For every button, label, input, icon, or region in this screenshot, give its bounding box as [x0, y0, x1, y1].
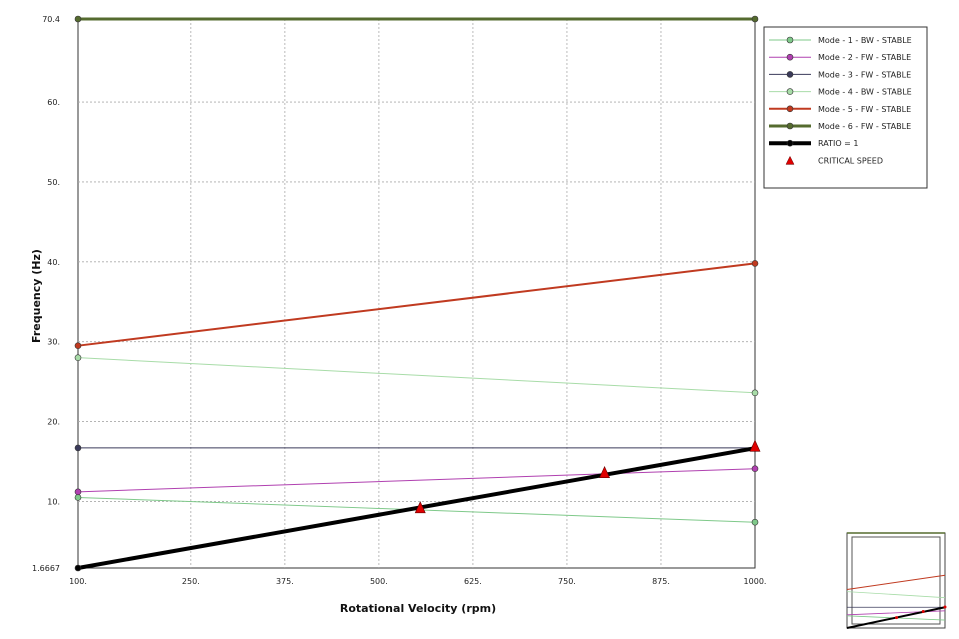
overview-critical-marker: [921, 610, 925, 614]
legend-entry-label: Mode - 4 - BW - STABLE: [818, 88, 912, 97]
x-tick-label: 625.: [464, 577, 482, 586]
tick-labels: 100. 250. 375. 500. 625. 750. 875. 1000. 1.6667 1…: [32, 15, 766, 586]
series-line-4: [77, 357, 756, 394]
legend: Mode - 1 - BW - STABLE Mode - 2 - FW - ST…: [763, 26, 928, 189]
legend-swatch-point: [786, 139, 794, 147]
series-3-point: [74, 444, 82, 452]
grid-layer: [77, 18, 756, 569]
series-line-2: [77, 468, 756, 493]
y-tick-label: 30.: [47, 338, 60, 347]
legend-swatch-point: [786, 36, 794, 44]
series-6-point: [74, 15, 82, 23]
frequency-chart: 100. 250. 375. 500. 625. 750. 875. 1000. 1.6667 1…: [30, 15, 947, 629]
legend-entry-label: Mode - 2 - FW - STABLE: [818, 53, 911, 62]
legend-entry-label: Mode - 5 - FW - STABLE: [818, 105, 911, 114]
series-1-point: [74, 494, 82, 501]
series-line-5: [77, 262, 756, 347]
x-tick-label: 1000.: [744, 577, 767, 586]
series-1-point: [751, 518, 759, 526]
series-5-point: [74, 342, 82, 349]
markers-layer: [74, 15, 759, 572]
series-2-point: [751, 465, 759, 472]
series-layer: [77, 17, 756, 570]
y-axis-title: Frequency (Hz): [30, 249, 43, 343]
chart-window: 100. 250. 375. 500. 625. 750. 875. 1000. 1.6667 1…: [0, 0, 959, 639]
y-tick-label: 60.: [47, 98, 60, 107]
y-tick-label: 70.4: [42, 15, 60, 24]
series-7-point: [74, 564, 82, 572]
legend-entry-label: RATIO = 1: [818, 139, 859, 148]
legend-entry-label: Mode - 1 - BW - STABLE: [818, 36, 912, 45]
overview-critical-marker: [895, 616, 899, 620]
legend-swatch-point: [786, 122, 794, 130]
x-tick-label: 750.: [558, 577, 576, 586]
legend-entry-label: Mode - 6 - FW - STABLE: [818, 122, 911, 131]
critical-speed-marker: [749, 439, 761, 452]
y-tick-label: 50.: [47, 178, 60, 187]
x-tick-label: 250.: [182, 577, 200, 586]
overview-frame: [846, 532, 946, 629]
x-tick-label: 375.: [276, 577, 294, 586]
legend-entry-label: CRITICAL SPEED: [818, 156, 883, 165]
x-axis-title: Rotational Velocity (rpm): [340, 602, 496, 615]
series-6-point: [751, 15, 759, 23]
series-4-point: [751, 389, 759, 397]
legend-swatch-point: [786, 105, 794, 113]
legend-entry-label: Mode - 3 - FW - STABLE: [818, 70, 911, 79]
series-4-point: [74, 354, 82, 361]
x-tick-label: 500.: [370, 577, 388, 586]
series-line-7: [77, 446, 756, 570]
legend-swatch-point: [786, 53, 794, 61]
legend-swatch-point: [786, 88, 794, 95]
series-2-point: [74, 488, 82, 496]
y-tick-label: 10.: [47, 497, 60, 506]
x-tick-label: 100.: [69, 577, 87, 586]
y-tick-label: 20.: [47, 418, 60, 427]
overview-critical-marker: [943, 605, 947, 609]
y-tick-label: 1.6667: [32, 564, 60, 573]
plot-frame: [77, 18, 756, 569]
series-5-point: [751, 260, 759, 267]
overview-minimap[interactable]: [846, 532, 947, 629]
legend-swatch-point: [786, 71, 794, 78]
x-tick-label: 875.: [652, 577, 670, 586]
y-tick-label: 40.: [47, 258, 60, 267]
